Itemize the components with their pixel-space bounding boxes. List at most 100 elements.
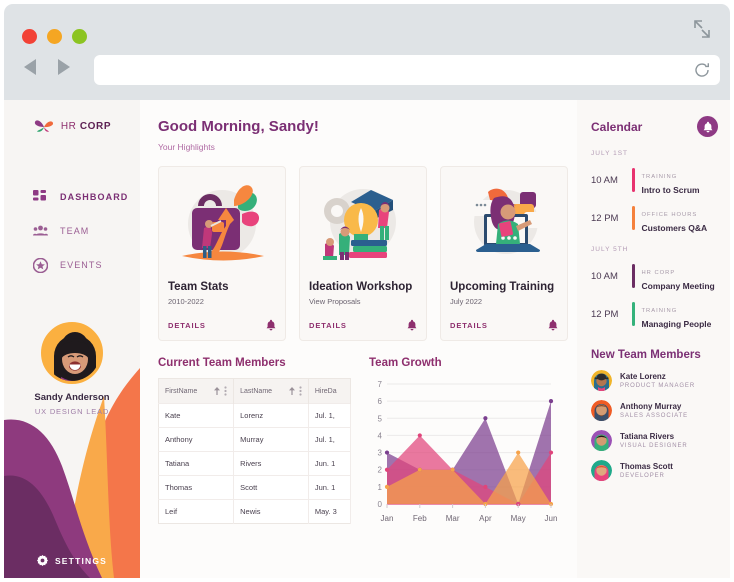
sidebar-item-events[interactable]: EVENTS	[4, 248, 140, 282]
highlight-card[interactable]: Team Stats 2010-2022 DETAILS	[158, 166, 286, 341]
svg-text:2: 2	[378, 466, 383, 475]
card-footer: DETAILS	[309, 319, 417, 331]
highlight-card[interactable]: Ideation Workshop View Proposals DETAILS	[299, 166, 427, 341]
details-link[interactable]: DETAILS	[168, 321, 206, 330]
table-header-lastname[interactable]: LastName	[233, 378, 309, 404]
member-name: Tatiana Rivers	[620, 432, 675, 441]
sort-asc-icon[interactable]	[288, 387, 295, 395]
sidebar-item-label: EVENTS	[60, 260, 103, 270]
svg-text:Mar: Mar	[446, 514, 460, 523]
svg-text:May: May	[511, 514, 526, 523]
svg-text:1: 1	[378, 483, 383, 492]
card-subtitle: July 2022	[450, 297, 483, 306]
team-members-panel: Current Team Members FirstName LastName …	[158, 357, 352, 531]
bell-icon[interactable]	[266, 319, 276, 331]
table-body: Kate Lorenz Jul. 1, Anthony Murray Jul. …	[158, 403, 352, 524]
gear-icon	[36, 555, 48, 566]
browser-chrome	[4, 4, 730, 100]
laptop-presenter-illustration	[450, 175, 558, 279]
calendar-day-label: JULY 1ST	[591, 150, 629, 157]
highlight-cards: Team Stats 2010-2022 DETAILS Ideation Wo…	[158, 166, 568, 341]
sidebar-item-dashboard[interactable]: DASHBOARD	[4, 180, 140, 214]
close-window-button[interactable]	[22, 29, 37, 44]
more-vertical-icon[interactable]	[299, 386, 302, 396]
svg-text:3: 3	[378, 449, 383, 458]
people-icon	[32, 223, 48, 239]
card-title: Ideation Workshop	[309, 281, 413, 293]
lower-section: Current Team Members FirstName LastName …	[158, 357, 561, 531]
team-members-table: FirstName LastName HireDa Kate Lorenz Ju…	[158, 378, 352, 524]
bell-icon[interactable]	[407, 319, 417, 331]
list-item[interactable]: Kate Lorenz PRODUCT MANAGER	[591, 370, 718, 391]
panel-title: Current Team Members	[158, 357, 286, 369]
more-vertical-icon[interactable]	[224, 386, 227, 396]
minimize-window-button[interactable]	[47, 29, 62, 44]
bell-icon	[703, 121, 712, 132]
new-members-title: New Team Members	[591, 349, 701, 361]
cell-lastname: Murray	[233, 427, 309, 452]
event-name: Customers Q&A	[641, 223, 708, 233]
cell-hiredate: Jun. 1	[308, 451, 352, 476]
highlight-card[interactable]: Upcoming Training July 2022 DETAILS	[440, 166, 568, 341]
calendar-event[interactable]: 10 AM HR CORP Company Meeting	[591, 261, 718, 291]
list-item[interactable]: Thomas Scott DEVELOPER	[591, 460, 718, 481]
card-footer: DETAILS	[168, 319, 276, 331]
maximize-window-button[interactable]	[72, 29, 87, 44]
butterfly-logo-icon	[34, 120, 53, 132]
window-controls	[22, 29, 87, 44]
profile-name: Sandy Anderson	[34, 392, 110, 403]
user-profile: Sandy Anderson UX DESIGN LEAD	[4, 322, 140, 416]
table-row[interactable]: Leif Newis May. 3	[158, 499, 352, 524]
page-title: Good Morning, Sandy!	[158, 118, 319, 135]
table-row[interactable]: Kate Lorenz Jul. 1,	[158, 403, 352, 428]
card-subtitle: 2010-2022	[168, 297, 204, 306]
event-name: Company Meeting	[641, 281, 715, 291]
notifications-button[interactable]	[697, 116, 718, 137]
calendar-event[interactable]: 12 PM TRAINING Managing People	[591, 299, 718, 329]
table-row[interactable]: Thomas Scott Jun. 1	[158, 475, 352, 500]
cell-lastname: Newis	[233, 499, 309, 524]
sidebar-nav: DASHBOARD TEAM EVENTS	[4, 180, 140, 282]
cell-lastname: Lorenz	[233, 403, 309, 428]
settings-label: SETTINGS	[54, 555, 108, 566]
table-row[interactable]: Anthony Murray Jul. 1,	[158, 427, 352, 452]
sort-asc-icon[interactable]	[214, 387, 221, 395]
avatar[interactable]	[41, 322, 103, 384]
member-role: SALES ASSOCIATE	[620, 413, 689, 419]
event-color-bar	[632, 168, 635, 192]
column-label: HireDa	[314, 387, 337, 395]
url-input[interactable]	[94, 55, 720, 85]
bell-icon[interactable]	[548, 319, 558, 331]
url-bar[interactable]	[94, 55, 720, 85]
calendar-event[interactable]: 12 PM OFFICE HOURS Customers Q&A	[591, 203, 718, 233]
member-info: Anthony Murray SALES ASSOCIATE	[620, 402, 688, 419]
forward-arrow-icon[interactable]	[50, 54, 76, 80]
list-item[interactable]: Anthony Murray SALES ASSOCIATE	[591, 400, 718, 421]
svg-text:Jun: Jun	[545, 514, 558, 523]
settings-button[interactable]: SETTINGS	[4, 555, 140, 566]
sidebar-item-team[interactable]: TEAM	[4, 214, 140, 248]
card-subtitle: View Proposals	[309, 297, 361, 306]
calendar-event[interactable]: 10 AM TRAINING Intro to Scrum	[591, 165, 718, 195]
table-header-hiredate[interactable]: HireDa	[308, 378, 352, 404]
member-info: Kate Lorenz PRODUCT MANAGER	[620, 372, 695, 389]
avatar-tatiana	[591, 430, 612, 451]
event-category: OFFICE HOURS	[641, 212, 698, 218]
cell-firstname: Anthony	[158, 427, 235, 452]
avatar-thomas	[591, 460, 612, 481]
reload-icon[interactable]	[692, 60, 712, 80]
details-link[interactable]: DETAILS	[450, 321, 488, 330]
card-title: Team Stats	[168, 281, 229, 293]
cell-firstname: Thomas	[158, 475, 235, 500]
grid-icon	[32, 189, 48, 205]
table-header-firstname[interactable]: FirstName	[158, 378, 235, 404]
star-badge-icon	[32, 257, 48, 273]
list-item[interactable]: Tatiana Rivers VISUAL DESIGNER	[591, 430, 718, 451]
table-row[interactable]: Tatiana Rivers Jun. 1	[158, 451, 352, 476]
right-rail: Calendar JULY 1ST 10 AM TRAINING Intro t…	[577, 100, 730, 578]
details-link[interactable]: DETAILS	[309, 321, 347, 330]
expand-icon[interactable]	[688, 16, 714, 42]
app-logo[interactable]: HR CORP	[4, 118, 140, 134]
card-footer: DETAILS	[450, 319, 558, 331]
back-arrow-icon[interactable]	[18, 54, 44, 80]
